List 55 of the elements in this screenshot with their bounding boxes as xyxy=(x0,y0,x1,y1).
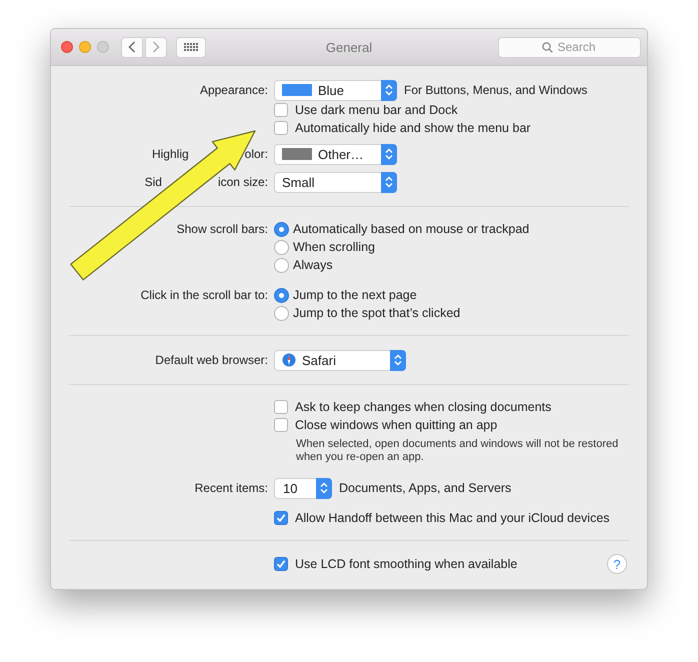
popup-button[interactable]: Safari xyxy=(274,350,406,370)
radio-button[interactable] xyxy=(274,306,289,320)
setting-label: olor: xyxy=(244,147,268,161)
close-button[interactable] xyxy=(61,41,73,53)
checkbox[interactable] xyxy=(274,103,288,117)
checkbox[interactable] xyxy=(274,511,288,525)
popup-caption: For Buttons, Menus, and Windows xyxy=(404,83,588,97)
up-down-arrows-icon xyxy=(316,478,332,498)
radio-button[interactable] xyxy=(274,258,289,272)
window-title: General xyxy=(326,40,372,54)
radio-label: Automatically based on mouse or trackpad xyxy=(293,222,530,236)
help-note: When selected, open documents and windows will not be restored when you re-open an app. xyxy=(296,438,620,464)
checkbox-label: Close windows when quitting an app xyxy=(295,418,498,432)
radio-label: When scrolling xyxy=(293,240,375,254)
setting-label: Show scroll bars: xyxy=(176,221,268,238)
radio-button[interactable] xyxy=(274,222,289,236)
radio-label: Jump to the spot that’s clicked xyxy=(293,306,460,320)
radio-label: Always xyxy=(293,258,333,272)
setting-label: icon size: xyxy=(218,175,268,189)
popup-button[interactable]: Other… xyxy=(274,144,397,164)
radio-button[interactable] xyxy=(274,288,289,302)
chevron-right-icon xyxy=(152,41,160,53)
up-down-arrows-icon xyxy=(381,144,397,164)
setting-label: Click in the scroll bar to: xyxy=(140,287,268,304)
radio-button[interactable] xyxy=(274,240,289,254)
compass-icon xyxy=(282,353,296,367)
show-all-button[interactable] xyxy=(176,36,206,58)
radio-label: Jump to the next page xyxy=(293,288,417,302)
checkbox-label: Automatically hide and show the menu bar xyxy=(295,121,531,135)
checkbox-label: Allow Handoff between this Mac and your iCloud devices xyxy=(295,511,610,525)
grid-icon xyxy=(184,43,198,51)
setting-label: Default web browser: xyxy=(155,353,268,367)
back-button[interactable] xyxy=(121,36,143,58)
setting-label: Recent items: xyxy=(194,481,268,495)
up-down-arrows-icon xyxy=(390,350,406,370)
popup-caption: Documents, Apps, and Servers xyxy=(339,481,512,495)
search-field[interactable]: Search xyxy=(498,36,641,58)
up-down-arrows-icon xyxy=(381,172,397,192)
checkbox-label: Use LCD font smoothing when available xyxy=(295,557,518,571)
checkbox[interactable] xyxy=(274,400,288,414)
up-down-arrows-icon xyxy=(381,80,397,100)
setting-label: Highlig xyxy=(152,147,189,161)
zoom-button[interactable] xyxy=(97,41,109,53)
popup-button[interactable]: Small xyxy=(274,172,397,192)
checkbox-label: Ask to keep changes when closing documents xyxy=(295,400,552,414)
checkbox[interactable] xyxy=(274,121,288,135)
chevron-left-icon xyxy=(128,41,136,53)
checkbox[interactable] xyxy=(274,557,288,571)
setting-label: Sid xyxy=(144,175,162,189)
number-popup[interactable]: 10 xyxy=(274,478,332,498)
setting-label: Appearance: xyxy=(200,83,268,97)
minimize-button[interactable] xyxy=(79,41,91,53)
popup-button[interactable]: Blue xyxy=(274,80,397,100)
checkbox[interactable] xyxy=(274,418,288,432)
checkbox-label: Use dark menu bar and Dock xyxy=(295,103,458,117)
